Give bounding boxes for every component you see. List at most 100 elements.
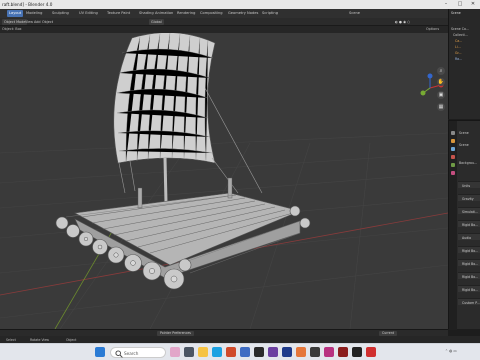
section-label: Simulati... (462, 209, 479, 214)
outliner-row[interactable]: Collecti... (453, 33, 468, 37)
taskbar-search-label: Search (124, 351, 139, 356)
pan-hand-icon[interactable]: ✋ (437, 78, 445, 86)
tab-shading[interactable]: Shading (139, 11, 154, 15)
status-object: Object (66, 337, 77, 342)
app-icon[interactable] (310, 347, 320, 357)
viewport-info: Object: Box (2, 27, 22, 31)
window-title: raft.blend] - Blender 4.0 (2, 2, 53, 7)
close-icon[interactable]: ✕ (467, 1, 479, 8)
render-tab-icon[interactable] (451, 139, 455, 143)
output-tab-icon[interactable] (451, 147, 455, 151)
section-label: Custom P... (462, 300, 480, 305)
props-scene-title: Scene (459, 131, 469, 135)
rigid-body-section[interactable]: Rigid Bo... (458, 259, 480, 266)
section-label: Units (462, 183, 471, 188)
camera-view-icon[interactable]: ▣ (437, 91, 445, 99)
file-explorer-icon[interactable] (198, 347, 208, 357)
tab-layout[interactable]: Layout (7, 10, 24, 17)
units-section[interactable]: Units (458, 181, 480, 188)
app-icon[interactable] (324, 347, 334, 357)
section-label: Gravity (462, 196, 474, 201)
mode-dropdown[interactable]: Object Mode (2, 19, 28, 25)
tab-modeling[interactable]: Modeling (26, 11, 42, 15)
minimize-icon[interactable]: – (440, 1, 452, 8)
props-background-label: Backgrou... (459, 161, 478, 165)
maximize-icon[interactable]: □ (454, 1, 466, 8)
scene-tab-icon[interactable] (451, 155, 455, 159)
simulation-section[interactable]: Simulati... (458, 207, 480, 214)
gravity-section[interactable]: Gravity (458, 194, 480, 201)
window-titlebar: raft.blend] - Blender 4.0 – □ ✕ (0, 0, 480, 9)
widgets-icon[interactable] (170, 347, 180, 357)
chrome-icon[interactable] (226, 347, 236, 357)
section-label: Rigid Bo... (462, 274, 479, 279)
viewport-header: Object Mode View Add Object Global ◐ ● ◉… (0, 18, 448, 26)
mast (163, 157, 168, 204)
tab-sculpting[interactable]: Sculpting (52, 11, 69, 15)
rigid-body-section[interactable]: Rigid Bo... (458, 246, 480, 253)
audio-section[interactable]: Audio (458, 233, 480, 240)
task-view-icon[interactable] (184, 347, 194, 357)
blender-icon[interactable] (296, 347, 306, 357)
tab-animation[interactable]: Animation (155, 11, 173, 15)
orientation-dropdown[interactable]: Global (149, 19, 164, 25)
object-menu[interactable]: Object (42, 20, 53, 24)
view-menu[interactable]: View (25, 20, 33, 24)
custom-properties-section[interactable]: Custom P... (458, 298, 480, 305)
shading-mode-icons[interactable]: ◐ ● ◉ ○ (395, 20, 410, 24)
section-label: Audio (462, 235, 472, 240)
outliner-scene-label: Scene (451, 11, 461, 15)
outliner-panel: Scene Scene Co... Collecti... Ca... Li..… (448, 9, 480, 119)
premiere-icon[interactable] (268, 347, 278, 357)
store-icon[interactable] (240, 347, 250, 357)
section-label: Rigid Bo... (462, 248, 479, 253)
photoshop-icon[interactable] (282, 347, 292, 357)
search-icon (115, 350, 123, 358)
app-icon[interactable] (366, 347, 376, 357)
taskbar-search-box[interactable]: Search (110, 347, 166, 358)
section-label: Rigid Bo... (462, 287, 479, 292)
status-select: Select (6, 337, 16, 342)
options-button[interactable]: Options (426, 27, 439, 31)
3d-viewport[interactable]: ⌕ ✋ ▣ ▦ (0, 33, 448, 329)
viewport-subheader: Object: Box Options (0, 26, 448, 33)
sail-mesh (113, 33, 216, 164)
tab-texture-paint[interactable]: Texture Paint (107, 11, 130, 15)
windows-start-icon[interactable] (95, 347, 105, 357)
tool-tab-icon[interactable] (451, 131, 455, 135)
outliner-row[interactable]: Li... (455, 45, 461, 49)
workspace-tabs: Layout Modeling Sculpting UV Editing Tex… (0, 9, 480, 18)
section-label: Rigid Bo... (462, 222, 479, 227)
viewport-scene (0, 33, 448, 329)
app-icon[interactable] (254, 347, 264, 357)
props-scene-field[interactable]: Scene (459, 143, 469, 147)
outliner-row[interactable]: Gr... (455, 51, 462, 55)
edge-browser-icon[interactable] (212, 347, 222, 357)
app-icon[interactable] (352, 347, 362, 357)
rigid-body-section[interactable]: Rigid Bo... (458, 272, 480, 279)
tab-rendering[interactable]: Rendering (177, 11, 195, 15)
world-tab-icon[interactable] (451, 163, 455, 167)
section-label: Rigid Bo... (462, 261, 479, 266)
outliner-row[interactable]: Scene Co... (451, 27, 469, 31)
rigid-body-section[interactable]: Rigid Bo... (458, 285, 480, 292)
properties-panel: Scene Scene Backgrou... Units Gravity Si… (448, 120, 480, 330)
add-menu[interactable]: Add (34, 20, 41, 24)
tray-icons[interactable]: ⌃ ◍ ▭ (445, 349, 457, 353)
status-rotate-view: Rotate View (30, 337, 50, 342)
scene-selector[interactable]: Scene (349, 11, 360, 15)
rigid-body-section[interactable]: Rigid Bo... (458, 220, 480, 227)
outliner-row[interactable]: Ra... (455, 57, 462, 61)
app-icon[interactable] (338, 347, 348, 357)
status-bar: Select Rotate View Object (0, 336, 480, 343)
zoom-icon[interactable]: ⌕ (437, 67, 445, 75)
tab-scripting[interactable]: Scripting (262, 11, 278, 15)
tab-uv-editing[interactable]: UV Editing (79, 11, 98, 15)
scene-selector-label: Scene (349, 11, 360, 15)
perspective-grid-icon[interactable]: ▦ (437, 103, 445, 111)
tab-geometry-nodes[interactable]: Geometry Nodes (228, 11, 258, 15)
properties-tabs (449, 121, 457, 330)
tab-compositing[interactable]: Compositing (200, 11, 223, 15)
object-tab-icon[interactable] (451, 171, 455, 175)
outliner-row[interactable]: Ca... (455, 39, 462, 43)
